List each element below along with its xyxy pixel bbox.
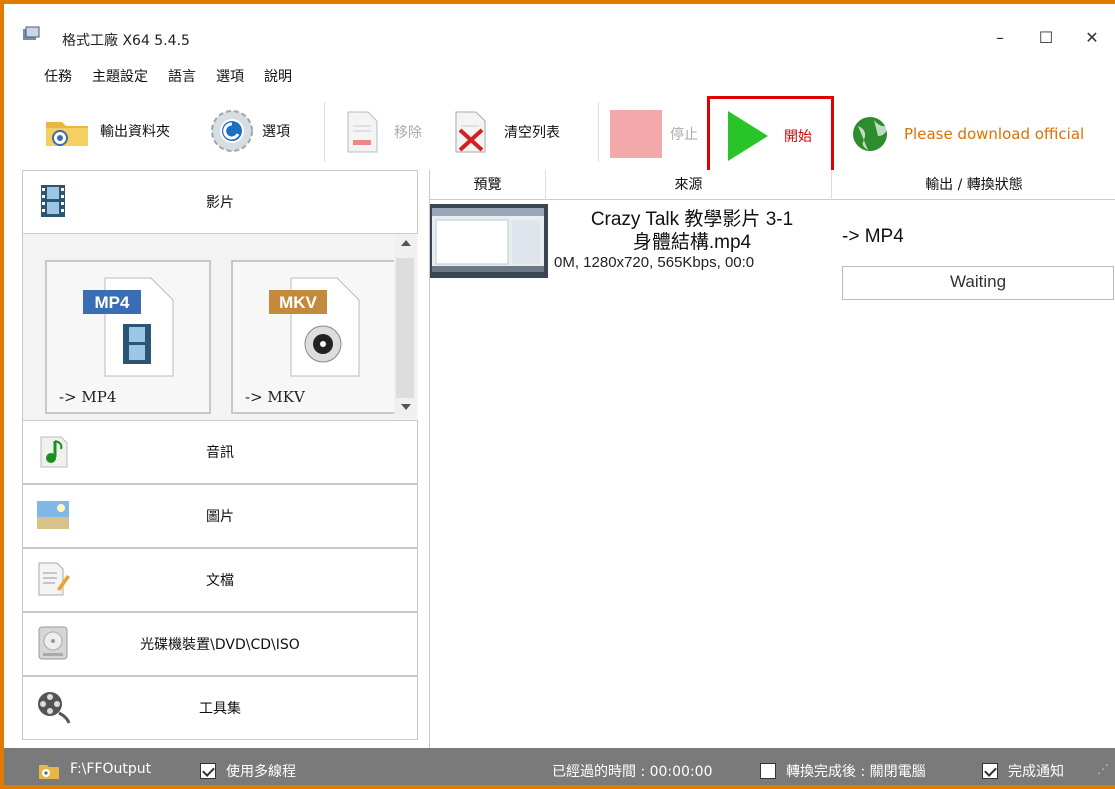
format-mkv[interactable]: MKV -> MKV: [231, 260, 397, 414]
start-button[interactable]: 開始: [707, 96, 834, 175]
disc-drive-icon: [38, 626, 68, 660]
format-mp4-label: -> MP4: [59, 388, 117, 406]
window-title: 格式工廠 X64 5.4.5: [62, 33, 190, 49]
app-window: 格式工廠 X64 5.4.5 – ☐ ✕ 任務 主題設定 語言 選項 說明 輸出…: [0, 0, 1115, 789]
picture-icon: [37, 501, 69, 529]
window-controls: – ☐ ✕: [977, 22, 1115, 52]
globe-icon: [853, 117, 888, 151]
column-header-source[interactable]: 來源: [546, 170, 832, 200]
category-image-label: 圖片: [206, 509, 234, 525]
category-tools[interactable]: 工具集: [22, 676, 418, 740]
toolbar-divider: [324, 102, 325, 162]
format-grid: MP4 -> MP4 MKV -> MKV: [22, 234, 418, 420]
menu-help[interactable]: 說明: [264, 66, 292, 86]
clear-list-button[interactable]: 清空列表: [452, 110, 560, 154]
category-image[interactable]: 圖片: [22, 484, 418, 548]
menu-bar: 任務 主題設定 語言 選項 說明: [44, 66, 292, 86]
folder-icon: [46, 122, 88, 146]
multithread-checkbox[interactable]: [200, 763, 216, 779]
notify-label: 完成通知: [1008, 764, 1064, 780]
category-disc[interactable]: 光碟機裝置\DVD\CD\ISO: [22, 612, 418, 676]
menu-task[interactable]: 任務: [44, 66, 72, 86]
options-label: 選項: [262, 124, 290, 140]
document-edit-icon: [38, 562, 70, 596]
elapsed-time: 已經過的時間 : 00:00:00: [552, 764, 713, 780]
category-panel: 影片 MP4 -> MP4 MKV -> MKV 音訊 圖片 文檔 光碟機裝置\…: [22, 170, 418, 746]
options-button[interactable]: 選項: [208, 108, 290, 154]
resize-grip-icon[interactable]: ⋰: [1097, 762, 1109, 776]
clear-list-icon: [455, 111, 486, 153]
output-folder-label: 輸出資料夾: [100, 124, 170, 140]
film-reel-icon: [38, 692, 71, 724]
stop-label: 停止: [670, 127, 698, 143]
stop-button[interactable]: 停止: [610, 110, 698, 158]
mp4-badge: MP4: [95, 293, 131, 312]
output-folder-button[interactable]: 輸出資料夾: [44, 114, 170, 148]
task-list-panel: 預覽 來源 輸出 / 轉換狀態 Crazy Talk 教學影片 3-1 身體結構…: [429, 170, 1115, 748]
column-header-preview[interactable]: 預覽: [430, 170, 546, 200]
gear-icon: [211, 110, 253, 152]
maximize-button[interactable]: ☐: [1023, 22, 1069, 52]
scroll-up-arrow[interactable]: [401, 240, 411, 246]
notify-checkbox[interactable]: [982, 763, 998, 779]
minimize-button[interactable]: –: [977, 22, 1023, 52]
column-header-output[interactable]: 輸出 / 轉換狀態: [832, 170, 1115, 200]
menu-language[interactable]: 語言: [168, 66, 196, 86]
scroll-thumb[interactable]: [396, 258, 414, 398]
document-remove-icon: [347, 111, 378, 153]
category-video[interactable]: 影片: [22, 170, 418, 234]
folder-icon: [39, 765, 59, 779]
play-icon: [728, 110, 768, 161]
clear-list-label: 清空列表: [504, 125, 560, 141]
source-filename-line2: 身體結構.mp4: [632, 232, 752, 253]
close-button[interactable]: ✕: [1069, 22, 1115, 52]
task-table-header: 預覽 來源 輸出 / 轉換狀態: [430, 170, 1115, 200]
menu-options[interactable]: 選項: [216, 66, 244, 86]
multithread-label: 使用多線程: [226, 764, 296, 780]
title-bar: 格式工廠 X64 5.4.5 – ☐ ✕: [4, 4, 1115, 60]
category-tools-label: 工具集: [199, 701, 241, 717]
menu-theme[interactable]: 主題設定: [92, 66, 148, 86]
remove-button[interactable]: 移除: [344, 110, 422, 154]
toolbar: 輸出資料夾 選項 移除 清空列表 停止 開始 Please download o…: [4, 96, 1115, 175]
mkv-file-icon: MKV: [269, 277, 360, 377]
category-video-label: 影片: [206, 195, 234, 211]
status-progress-bar: Waiting: [842, 266, 1114, 300]
shutdown-checkbox[interactable]: [760, 763, 776, 779]
mkv-badge: MKV: [279, 293, 317, 312]
video-thumbnail: [430, 204, 548, 278]
mp4-file-icon: MP4: [83, 277, 174, 377]
format-mkv-label: -> MKV: [245, 388, 305, 406]
category-disc-label: 光碟機裝置\DVD\CD\ISO: [140, 637, 300, 653]
shutdown-label: 轉換完成後 : 關閉電腦: [786, 764, 926, 780]
format-scrollbar[interactable]: [394, 234, 416, 418]
remove-label: 移除: [394, 125, 422, 141]
stop-icon: [610, 110, 662, 158]
app-icon: [23, 26, 40, 40]
film-icon: [41, 185, 65, 217]
category-document-label: 文檔: [206, 573, 234, 589]
download-notice-text: Please download official: [904, 125, 1085, 143]
category-document[interactable]: 文檔: [22, 548, 418, 612]
scroll-down-arrow[interactable]: [401, 404, 411, 410]
download-notice-link[interactable]: Please download official: [848, 114, 1084, 154]
format-mp4[interactable]: MP4 -> MP4: [45, 260, 211, 414]
source-info: 0M, 1280x720, 565Kbps, 00:0: [554, 254, 755, 271]
toolbar-divider: [598, 102, 599, 162]
output-format: -> MP4: [842, 226, 904, 247]
output-path[interactable]: F:\FFOutput: [70, 761, 151, 777]
status-bar: F:\FFOutput 使用多線程 已經過的時間 : 00:00:00 轉換完成…: [4, 748, 1115, 785]
table-row[interactable]: Crazy Talk 教學影片 3-1 身體結構.mp4 0M, 1280x72…: [430, 200, 1115, 310]
music-note-icon: [40, 436, 68, 468]
category-audio[interactable]: 音訊: [22, 420, 418, 484]
category-audio-label: 音訊: [206, 445, 234, 461]
start-label: 開始: [784, 128, 812, 145]
